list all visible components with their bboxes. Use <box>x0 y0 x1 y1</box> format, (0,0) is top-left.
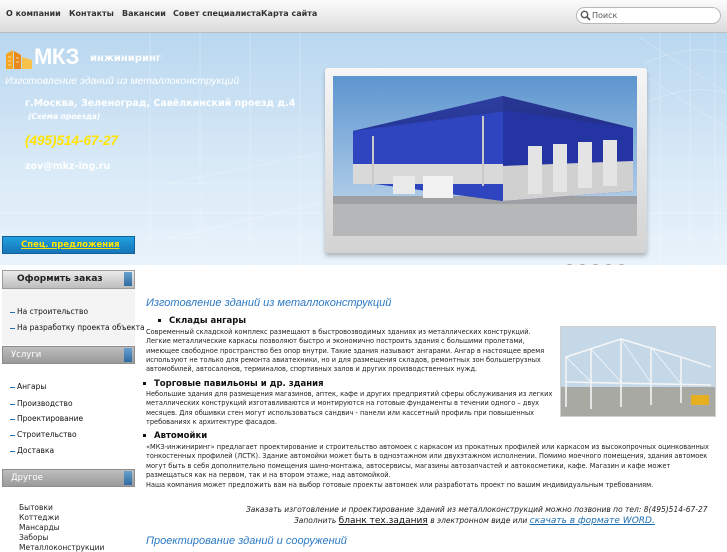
services-link-construction[interactable]: Строительство <box>10 430 77 439</box>
fill-form-line: Заполнить бланк тех.задания в электронно… <box>294 516 655 526</box>
section-text-pavilions: Небольшие здания для размещения магазино… <box>146 390 553 426</box>
logo-subtext: инжиниринг <box>90 53 162 64</box>
section-text-warehouses: Современный складской комплекс размещают… <box>146 328 545 374</box>
bullet-icon <box>143 434 146 437</box>
section-text-offer: Наша компания может предложить вам на вы… <box>146 481 654 489</box>
bullet-icon <box>10 450 15 452</box>
company-address: г.Москва, Зеленоград, Савёлкинский проез… <box>25 98 296 109</box>
other-link-cottages[interactable]: Коттеджи <box>19 513 59 522</box>
logo-text: МКЗ <box>34 44 79 69</box>
construction-photo <box>560 326 716 417</box>
services-link-design[interactable]: Проектирование <box>10 414 83 423</box>
company-logo[interactable]: МКЗ инжиниринг <box>5 44 245 74</box>
bullet-icon <box>10 434 15 436</box>
nav-item-sitemap[interactable]: Карта сайта <box>261 9 317 18</box>
directions-map-link[interactable]: (Схема проезда) <box>28 112 100 121</box>
special-offers-label: Спец. предложения <box>21 240 120 250</box>
other-link-attics[interactable]: Мансарды <box>19 523 60 532</box>
design-heading: Проектирование зданий и сооружений <box>146 535 347 547</box>
bullet-icon <box>10 403 15 405</box>
header-banner: МКЗ инжиниринг Изготовление зданий из ме… <box>0 33 727 265</box>
services-link-production[interactable]: Производство <box>10 399 73 408</box>
bullet-icon <box>10 327 15 329</box>
photo-slideshow <box>325 68 647 265</box>
place-order-label: Оформить заказ <box>17 274 103 284</box>
download-word-link[interactable]: скачать в формате WORD. <box>530 516 655 526</box>
services-label: Услуги <box>11 350 42 360</box>
header-tagline: Изготовление зданий из металлоконструкци… <box>5 75 240 87</box>
spec-form-link[interactable]: бланк тех.задания <box>339 516 428 526</box>
section-title-warehouses: Склады ангары <box>158 316 246 326</box>
order-by-phone-text: Заказать изготовление и проектирование з… <box>246 505 708 514</box>
place-order-tab[interactable]: Оформить заказ <box>2 270 135 289</box>
order-links-panel <box>2 289 135 345</box>
order-project-link[interactable]: На разработку проекта объекта <box>10 323 145 332</box>
nav-item-expert-advice[interactable]: Совет специалиста <box>173 9 261 18</box>
special-offers-tab[interactable]: Спец. предложения <box>2 236 135 254</box>
bullet-icon <box>10 311 15 313</box>
nav-item-contacts[interactable]: Контакты <box>69 9 114 18</box>
bullet-icon <box>158 319 161 322</box>
search-icon[interactable] <box>580 10 591 21</box>
content-heading: Изготовление зданий из металлоконструкци… <box>146 297 392 309</box>
logo-building-icon <box>6 50 32 69</box>
section-title-car-washes: Автомойки <box>143 431 207 441</box>
nav-item-about[interactable]: О компании <box>6 9 61 18</box>
tab-arrow-icon <box>124 272 132 286</box>
order-construction-link[interactable]: На строительство <box>10 307 88 316</box>
bullet-icon <box>10 418 15 420</box>
bullet-icon <box>10 386 15 388</box>
search-box <box>576 7 721 24</box>
steel-frame-image <box>561 327 715 416</box>
services-link-hangars[interactable]: Ангары <box>10 382 46 391</box>
other-label: Другое <box>11 473 43 483</box>
other-tab[interactable]: Другое <box>2 469 135 487</box>
services-link-delivery[interactable]: Доставка <box>10 446 54 455</box>
other-link-cabins[interactable]: Бытовки <box>19 503 53 512</box>
section-title-pavilions: Торговые павильоны и др. здания <box>143 379 324 389</box>
search-input[interactable] <box>592 9 717 22</box>
company-phone: (495)514-67-27 <box>25 133 119 148</box>
other-link-metal-structures[interactable]: Металлоконструкции <box>19 543 104 552</box>
bullet-icon <box>143 382 146 385</box>
company-email-link[interactable]: zov@mkz-ing.ru <box>25 161 110 172</box>
top-navigation: О компании Контакты Вакансии Совет специ… <box>0 0 727 33</box>
slideshow-hangar-image <box>333 76 637 236</box>
other-link-fences[interactable]: Заборы <box>19 533 48 542</box>
services-tab[interactable]: Услуги <box>2 346 135 364</box>
tab-arrow-icon <box>124 471 132 485</box>
section-text-car-washes: «МКЗ-инжиниринг» предлагает проектирован… <box>146 443 709 479</box>
tab-arrow-icon <box>124 348 132 362</box>
nav-item-vacancies[interactable]: Вакансии <box>122 9 166 18</box>
